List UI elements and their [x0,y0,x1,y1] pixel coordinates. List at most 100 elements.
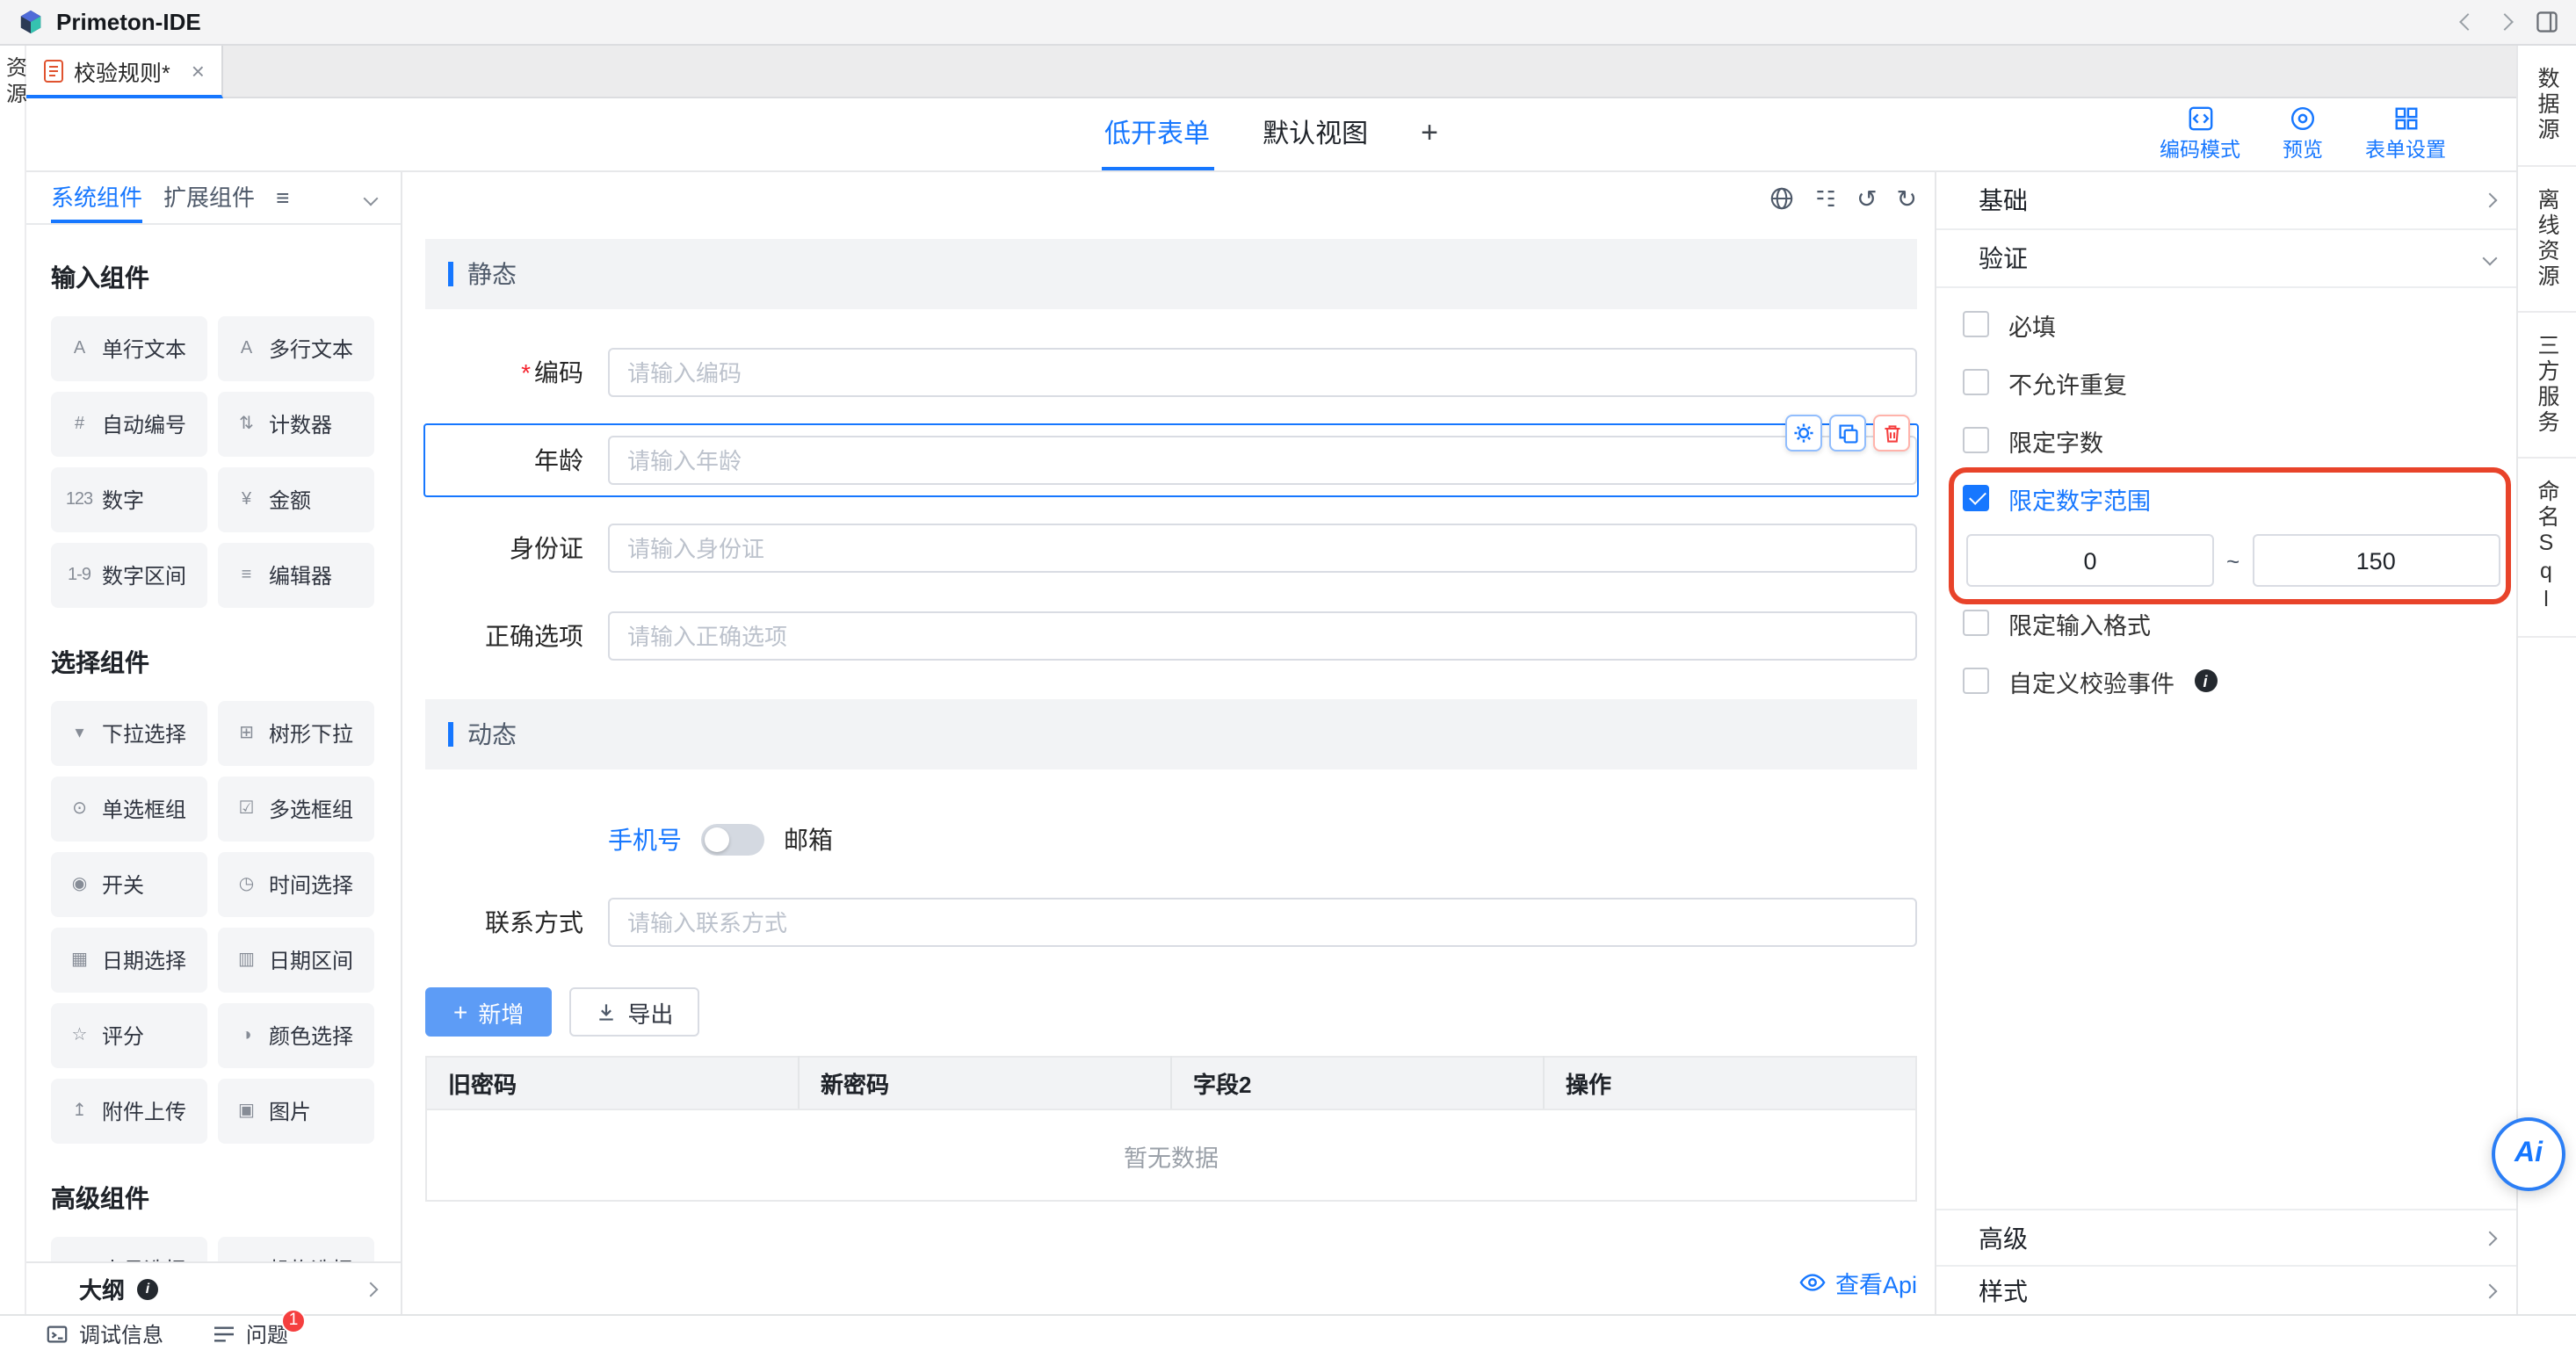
strip-item-third-party-services[interactable]: 三方服务 [2518,312,2576,458]
tab-validation-rules[interactable]: 校验规则* × [26,46,224,98]
field-delete-button[interactable] [1873,415,1910,452]
check-required[interactable]: 必填 [1963,295,2516,353]
section-style[interactable]: 样式 [1936,1265,2516,1314]
palette-item[interactable]: # 自动编号 [51,392,207,457]
section-advanced[interactable]: 高级 [1936,1209,2516,1265]
checkbox-checked[interactable] [1963,485,1989,511]
checkbox[interactable] [1963,427,1989,453]
custom-validation-info-icon[interactable] [2194,669,2217,692]
outline-tree-icon[interactable] [1813,186,1837,211]
palette-item[interactable]: ¥ 金额 [218,467,374,532]
mobile-option-label[interactable]: 手机号 [608,822,682,857]
check-no-duplicate[interactable]: 不允许重复 [1963,353,2516,411]
field-copy-button[interactable] [1829,415,1866,452]
palette-item[interactable]: ↥ 附件上传 [51,1079,207,1144]
palette-item[interactable]: ⌂ 机构选择 [218,1237,374,1261]
checkbox[interactable] [1963,610,1989,636]
view-api-link[interactable]: 查看Api [425,1265,1917,1300]
palette-item[interactable]: 123 数字 [51,467,207,532]
undo-icon[interactable]: ↺ [1856,186,1877,211]
palette-item[interactable]: A 多行文本 [218,316,374,381]
export-button[interactable]: 导出 [569,987,699,1037]
strip-item-datasource[interactable]: 数据源 [2518,46,2576,166]
palette-item[interactable]: ▥ 日期区间 [218,928,374,993]
code-input[interactable] [608,348,1917,397]
add-view-button[interactable]: + [1417,98,1442,170]
redo-icon[interactable]: ↻ [1897,186,1917,211]
check-word-limit[interactable]: 限定字数 [1963,411,2516,469]
check-number-range[interactable]: 限定数字范围 [1963,469,2516,527]
palette-menu-icon[interactable]: ≡ [276,184,289,211]
palette-item[interactable]: ☺ 人员选择 [51,1237,207,1261]
palette-item[interactable]: ▾ 下拉选择 [51,701,207,766]
section-dynamic[interactable]: 动态 [425,699,1917,769]
component-label: 金额 [269,485,311,515]
col-old-password[interactable]: 旧密码 [426,1057,799,1109]
nav-forward-icon[interactable] [2496,13,2514,31]
add-row-button[interactable]: + 新增 [425,987,552,1037]
debug-info-button[interactable]: 调试信息 [46,1318,163,1348]
palette-item[interactable]: ☑ 多选框组 [218,777,374,842]
email-option-label[interactable]: 邮箱 [784,822,833,857]
palette-item[interactable]: ◉ 开关 [51,852,207,917]
strip-item-named-sql[interactable]: 命名Sql [2518,458,2576,637]
contact-input[interactable] [608,898,1917,947]
component-label: 多行文本 [269,334,353,364]
outline-expand-icon[interactable] [364,1282,379,1297]
palette-item[interactable]: ▦ 日期选择 [51,928,207,993]
field-settings-button[interactable] [1785,415,1822,452]
check-custom-validation[interactable]: 自定义校验事件 [1963,652,2516,710]
col-field2[interactable]: 字段2 [1171,1057,1544,1109]
problems-button[interactable]: 问题 1 [213,1318,288,1348]
form-settings-button[interactable]: 表单设置 [2365,105,2446,163]
outline-bar[interactable]: 大纲 [26,1261,401,1314]
properties-footer: 高级 样式 [1936,1209,2516,1314]
age-input[interactable] [608,436,1917,485]
field-row-contact[interactable]: 联系方式 [425,898,1917,947]
tab-system-components[interactable]: 系统组件 [51,172,142,223]
outline-info-icon[interactable] [137,1278,158,1299]
strip-item-offline-resources[interactable]: 离线资源 [2518,166,2576,312]
globe-icon[interactable] [1769,186,1793,211]
palette-collapse-icon[interactable] [364,191,379,206]
field-row-idcard[interactable]: 身份证 [425,524,1917,573]
tab-default-view[interactable]: 默认视图 [1259,98,1371,170]
palette-item[interactable]: 1-9 数字区间 [51,543,207,608]
palette-item[interactable]: ◑ 颜色选择 [218,1003,374,1068]
component-label: 多选框组 [269,794,353,824]
field-row-code[interactable]: *编码 [425,348,1917,397]
col-operation[interactable]: 操作 [1544,1057,1916,1109]
palette-item[interactable]: A 单行文本 [51,316,207,381]
ai-assistant-button[interactable]: Ai [2492,1117,2565,1191]
code-mode-button[interactable]: 编码模式 [2160,105,2240,163]
check-input-format[interactable]: 限定输入格式 [1963,594,2516,652]
palette-item[interactable]: ◷ 时间选择 [218,852,374,917]
close-tab-icon[interactable]: × [192,59,205,82]
preview-button[interactable]: 预览 [2283,105,2323,163]
range-max-input[interactable] [2252,534,2500,587]
checkbox[interactable] [1963,311,1989,337]
checkbox[interactable] [1963,668,1989,694]
panel-toggle-icon[interactable] [2536,11,2558,33]
col-new-password[interactable]: 新密码 [799,1057,1171,1109]
idcard-input[interactable] [608,524,1917,573]
correct-option-input[interactable] [608,611,1917,661]
tab-extension-components[interactable]: 扩展组件 [163,172,255,223]
checkbox[interactable] [1963,369,1989,395]
nav-back-icon[interactable] [2459,13,2477,31]
component-icon: ▣ [232,1102,260,1121]
field-row-age[interactable]: 年龄 [425,436,1917,485]
palette-item[interactable]: ⊞ 树形下拉 [218,701,374,766]
section-static[interactable]: 静态 [425,239,1917,309]
range-min-input[interactable] [1966,534,2214,587]
palette-item[interactable]: ☆ 评分 [51,1003,207,1068]
palette-item[interactable]: ⇅ 计数器 [218,392,374,457]
field-row-correct-option[interactable]: 正确选项 [425,611,1917,661]
channel-switch[interactable] [701,824,764,856]
palette-item[interactable]: ≡ 编辑器 [218,543,374,608]
section-basic[interactable]: 基础 [1936,172,2516,230]
section-validation[interactable]: 验证 [1936,230,2516,288]
palette-item[interactable]: ▣ 图片 [218,1079,374,1144]
palette-item[interactable]: ⊙ 单选框组 [51,777,207,842]
tab-lowcode-form[interactable]: 低开表单 [1101,98,1213,170]
